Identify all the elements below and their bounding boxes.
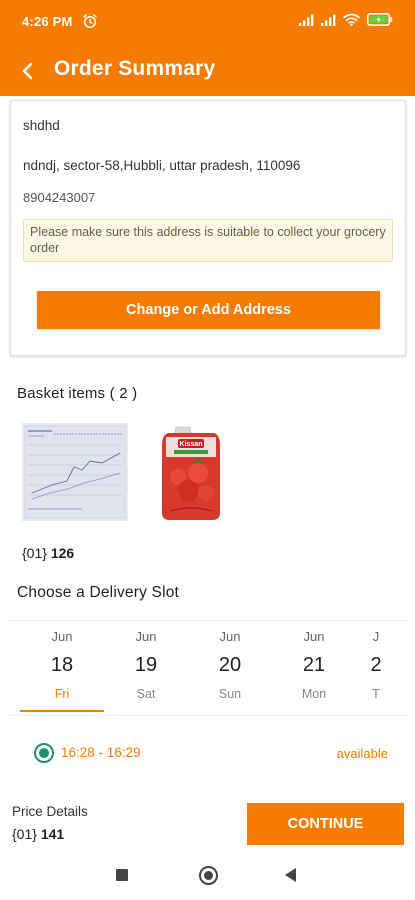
time-slot-row[interactable]: 16:28 - 16:29 available bbox=[0, 730, 415, 776]
date-weekday: Fri bbox=[54, 687, 70, 701]
wifi-icon bbox=[343, 13, 360, 26]
price-value: 141 bbox=[40, 826, 65, 842]
recent-apps-icon[interactable] bbox=[116, 869, 128, 881]
battery-charging-icon bbox=[367, 13, 393, 26]
status-time: 4:26 PM bbox=[22, 14, 73, 29]
signal-icon bbox=[321, 14, 336, 26]
date-day: 20 bbox=[218, 654, 242, 676]
address-card: shdhd ndndj, sector-58,Hubbli, uttar pra… bbox=[10, 100, 406, 356]
status-icons bbox=[299, 13, 393, 26]
date-month: Jun bbox=[51, 629, 73, 644]
address-line: ndndj, sector-58,Hubbli, uttar pradesh, … bbox=[23, 158, 301, 173]
address-phone: 8904243007 bbox=[23, 190, 96, 205]
system-nav-bar bbox=[0, 851, 415, 900]
continue-button[interactable]: CONTINUE bbox=[247, 803, 404, 845]
date-weekday: T bbox=[372, 687, 380, 701]
ketchup-logo: Kissan bbox=[180, 441, 203, 448]
page-title: Order Summary bbox=[54, 57, 216, 80]
date-item-jun-19[interactable]: Jun 19 Sat bbox=[104, 621, 188, 715]
date-day: 19 bbox=[134, 654, 158, 676]
date-selector: Jun 18 Fri Jun 19 Sat Jun 20 Sun Jun 21 … bbox=[10, 620, 410, 716]
date-weekday: Mon bbox=[301, 687, 327, 701]
home-icon[interactable] bbox=[199, 866, 218, 885]
price-prefix: {01} bbox=[12, 826, 37, 842]
alarm-icon bbox=[83, 14, 97, 29]
address-name: shdhd bbox=[23, 118, 60, 133]
date-item-jun-20[interactable]: Jun 20 Sun bbox=[188, 621, 272, 715]
basket-total-value: 126 bbox=[50, 545, 75, 561]
app-bar: Order Summary bbox=[0, 44, 415, 96]
back-triangle-icon[interactable] bbox=[285, 868, 296, 882]
basket-total: {01} 126 bbox=[22, 545, 74, 561]
change-address-button[interactable]: Change or Add Address bbox=[37, 291, 380, 329]
address-warning-note: Please make sure this address is suitabl… bbox=[23, 219, 393, 262]
date-month: J bbox=[372, 629, 380, 644]
date-month: Jun bbox=[303, 629, 325, 644]
date-day: 18 bbox=[50, 654, 74, 676]
price-total: {01} 141 bbox=[12, 826, 64, 842]
time-slot-time: 16:28 - 16:29 bbox=[61, 745, 141, 760]
basket-item-image-document[interactable] bbox=[22, 423, 128, 521]
date-day: 21 bbox=[302, 654, 326, 676]
date-item-jun-21[interactable]: Jun 21 Mon bbox=[272, 621, 356, 715]
date-day: 2 bbox=[370, 654, 382, 676]
selected-date-indicator bbox=[20, 710, 104, 712]
delivery-slot-title: Choose a Delivery Slot bbox=[17, 584, 180, 601]
time-slot-status: available bbox=[336, 746, 388, 761]
date-item-jun-18[interactable]: Jun 18 Fri bbox=[20, 621, 104, 715]
date-item-partial[interactable]: J 2 T bbox=[356, 621, 396, 715]
date-month: Jun bbox=[135, 629, 157, 644]
basket-title: Basket items ( 2 ) bbox=[17, 385, 138, 402]
signal-icon bbox=[299, 14, 314, 26]
time-slot-radio[interactable] bbox=[34, 743, 54, 763]
price-details-label: Price Details bbox=[12, 804, 88, 819]
arrow-left-icon[interactable] bbox=[16, 59, 40, 83]
date-month: Jun bbox=[219, 629, 241, 644]
date-weekday: Sun bbox=[218, 687, 242, 701]
date-weekday: Sat bbox=[136, 687, 156, 701]
status-bar: 4:26 PM bbox=[0, 0, 415, 44]
basket-total-prefix: {01} bbox=[22, 545, 47, 561]
basket-item-image-ketchup[interactable]: Kissan bbox=[160, 425, 222, 521]
